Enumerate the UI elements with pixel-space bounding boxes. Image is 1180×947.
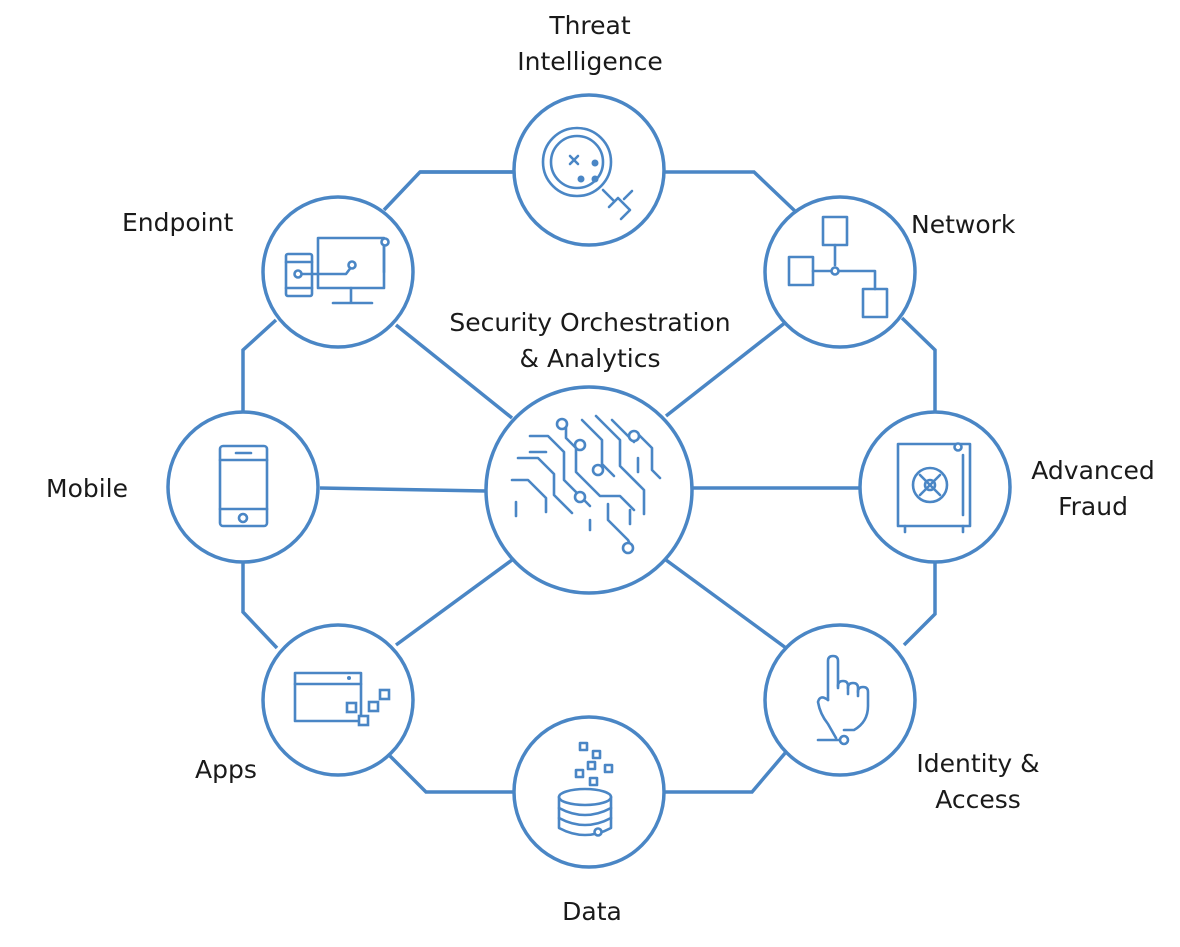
node-center-orchestration <box>484 385 694 595</box>
node-advanced-fraud <box>858 410 1012 564</box>
label-center-line2: & Analytics <box>519 344 661 373</box>
label-apps-line1: Apps <box>195 755 257 784</box>
node-data <box>512 715 666 869</box>
node-threat-intelligence <box>512 93 666 247</box>
label-mobile-line1: Mobile <box>46 474 129 503</box>
label-data-line1: Data <box>562 897 622 926</box>
label-mobile: Mobile <box>46 471 128 507</box>
label-threat-intelligence-line2: Intelligence <box>517 47 663 76</box>
label-endpoint-line1: Endpoint <box>122 208 234 237</box>
label-center-line1: Security Orchestration <box>449 308 731 337</box>
label-identity-access-line2: Access <box>935 785 1021 814</box>
node-mobile <box>166 410 320 564</box>
label-threat-intelligence: Threat Intelligence <box>470 8 710 80</box>
label-advanced-fraud-line1: Advanced <box>1031 456 1155 485</box>
label-network: Network <box>911 207 1015 243</box>
label-advanced-fraud-line2: Fraud <box>1058 492 1128 521</box>
label-network-line1: Network <box>911 210 1016 239</box>
node-network <box>763 195 917 349</box>
label-advanced-fraud: Advanced Fraud <box>1018 453 1168 525</box>
node-endpoint <box>261 195 415 349</box>
label-center-orchestration: Security Orchestration & Analytics <box>440 305 740 377</box>
security-diagram: Threat Intelligence Network Advanced Fra… <box>0 0 1180 947</box>
label-data: Data <box>542 894 642 930</box>
node-apps <box>261 623 415 777</box>
label-threat-intelligence-line1: Threat <box>549 11 631 40</box>
label-identity-access: Identity & Access <box>903 746 1053 818</box>
label-identity-access-line1: Identity & <box>916 749 1040 778</box>
label-apps: Apps <box>195 752 257 788</box>
label-endpoint: Endpoint <box>122 205 233 241</box>
node-identity-access <box>763 623 917 777</box>
